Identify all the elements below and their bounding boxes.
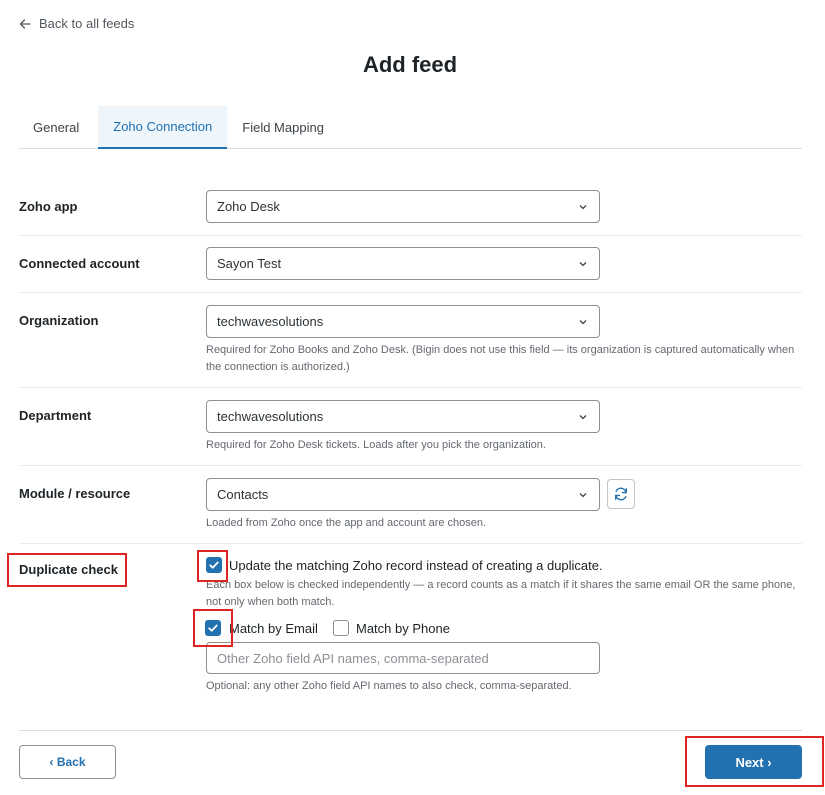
chevron-down-icon — [579, 205, 587, 210]
tab-general[interactable]: General — [19, 106, 98, 148]
back-to-feeds-link[interactable]: Back to all feeds — [19, 16, 134, 31]
zoho-app-select[interactable]: Zoho Desk — [206, 190, 600, 223]
back-to-feeds-label: Back to all feeds — [39, 16, 135, 31]
other-fields-help-text: Optional: any other Zoho field API names… — [206, 680, 572, 692]
department-value: techwavesolutions — [217, 409, 324, 424]
other-fields-input[interactable] — [206, 642, 600, 674]
zoho-app-row: Zoho app Zoho Desk — [19, 172, 802, 236]
refresh-modules-button[interactable] — [607, 479, 635, 509]
chevron-down-icon — [579, 262, 587, 267]
department-label: Department — [19, 408, 92, 423]
duplicate-check-label: Duplicate check — [19, 562, 118, 577]
page-title: Add feed — [362, 52, 458, 77]
tab-zoho-connection[interactable]: Zoho Connection — [98, 106, 228, 149]
refresh-icon — [615, 487, 627, 501]
match-by-email-checkbox[interactable] — [205, 620, 221, 636]
organization-help-text: Required for Zoho Books and Zoho Desk. (… — [206, 344, 795, 373]
next-button[interactable]: Next › — [705, 745, 802, 779]
match-by-email-label[interactable]: Match by Email — [229, 621, 318, 636]
arrow-left-icon — [19, 18, 31, 29]
tab-general-label: General — [33, 119, 80, 135]
match-by-phone-label[interactable]: Match by Phone — [356, 621, 450, 636]
chevron-down-icon — [579, 493, 587, 498]
zoho-app-value: Zoho Desk — [217, 199, 280, 214]
department-help-text: Required for Zoho Desk tickets. Loads af… — [206, 439, 546, 451]
duplicate-check-help-text: Each box below is checked independently … — [206, 579, 796, 608]
chevron-down-icon — [579, 415, 587, 420]
tab-field-mapping-label: Field Mapping — [242, 119, 324, 135]
connected-account-select[interactable]: Sayon Test — [206, 247, 600, 280]
organization-select[interactable]: techwavesolutions — [206, 305, 600, 338]
connected-account-row: Connected account Sayon Test — [19, 236, 802, 293]
module-help-text: Loaded from Zoho once the app and accoun… — [206, 517, 487, 529]
connected-account-label: Connected account — [19, 256, 140, 271]
chevron-down-icon — [579, 320, 587, 325]
tab-bar: General Zoho Connection Field Mapping — [19, 106, 802, 149]
connected-account-value: Sayon Test — [217, 256, 282, 271]
footer-divider — [19, 730, 802, 731]
update-matching-record-label[interactable]: Update the matching Zoho record instead … — [229, 558, 603, 573]
back-button[interactable]: ‹ Back — [19, 745, 116, 779]
checkmark-icon — [208, 624, 218, 632]
organization-row: Organization techwavesolutions Required … — [19, 293, 802, 388]
module-value: Contacts — [217, 487, 269, 502]
tab-zoho-connection-label: Zoho Connection — [113, 119, 213, 134]
organization-label: Organization — [19, 313, 99, 328]
module-label: Module / resource — [19, 486, 131, 501]
tab-field-mapping[interactable]: Field Mapping — [227, 106, 339, 148]
match-by-phone-checkbox[interactable] — [333, 620, 349, 636]
checkmark-icon — [209, 561, 219, 569]
zoho-app-label: Zoho app — [19, 199, 78, 214]
department-select[interactable]: techwavesolutions — [206, 400, 600, 433]
update-matching-record-checkbox[interactable] — [206, 557, 222, 573]
module-select[interactable]: Contacts — [206, 478, 600, 511]
module-row: Module / resource Contacts Loaded from Z… — [19, 466, 802, 544]
department-row: Department techwavesolutions Required fo… — [19, 388, 802, 466]
organization-value: techwavesolutions — [217, 314, 324, 329]
